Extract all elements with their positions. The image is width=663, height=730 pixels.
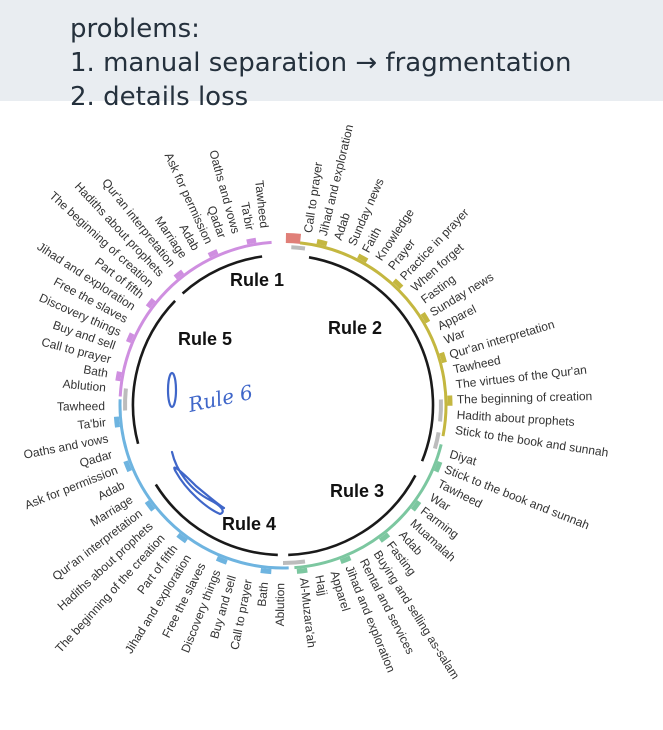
rule-4-label: Rule 4	[222, 514, 276, 534]
rule-6-annotation: Rule 6	[185, 380, 255, 417]
rule-1-label: Rule 1	[230, 270, 284, 290]
rule-3-label: Rule 3	[330, 481, 384, 501]
group-4-segment-mark	[115, 371, 122, 382]
group-4-segment-mark	[125, 332, 135, 344]
circular-topic-diagram: Call to prayerJihad and explorationAdabS…	[22, 123, 609, 682]
group-1-marker	[285, 233, 302, 244]
group-1-segment-mark	[439, 351, 447, 364]
rule-5-label: Rule 5	[178, 329, 232, 349]
topic-label: Ta'bir	[77, 415, 107, 432]
hand-scribble-mark	[170, 450, 226, 516]
handwritten-annotation: Rule 6	[166, 371, 255, 516]
group-1-segment-mark	[316, 239, 328, 247]
topic-label: Hajj	[312, 574, 330, 597]
group-3-arc	[118, 399, 289, 570]
topic-label: Ablution	[273, 583, 287, 627]
group-4-arc	[118, 240, 272, 397]
link-tick	[438, 399, 443, 422]
link-tick	[282, 559, 306, 566]
group-4-segment-mark	[246, 237, 257, 245]
topic-label: The beginning of creation	[457, 389, 593, 407]
link-tick	[432, 432, 441, 450]
rule-arcs	[131, 255, 435, 557]
link-tick	[291, 245, 306, 251]
group-3-segment-mark	[113, 416, 120, 428]
hand-circle-mark	[166, 371, 178, 409]
group-2-segment-mark	[296, 567, 308, 574]
group-3-segment-mark	[260, 568, 272, 575]
rule-2-label: Rule 2	[328, 318, 382, 338]
topic-label: Ablution	[62, 377, 106, 395]
topic-label: Tawheed	[57, 399, 105, 414]
topic-labels: Call to prayerJihad and explorationAdabS…	[22, 123, 609, 682]
link-tick	[123, 388, 128, 411]
topic-label: Bath	[255, 581, 271, 607]
rule-5-arc	[131, 299, 177, 445]
